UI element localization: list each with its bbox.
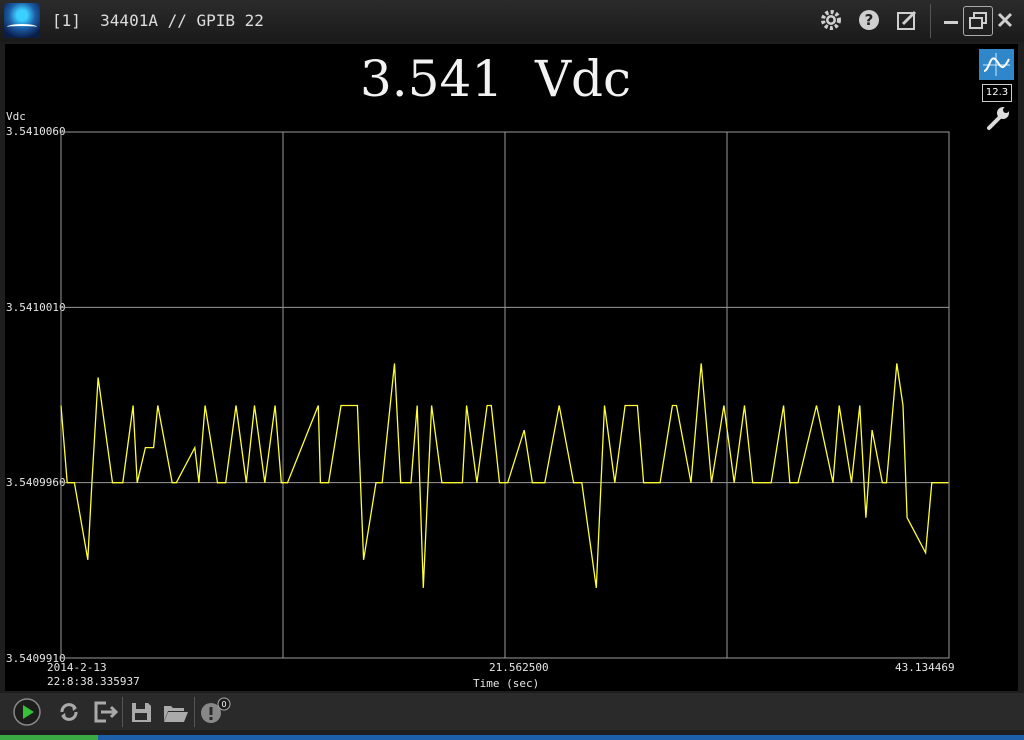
- refresh-icon[interactable]: [54, 697, 84, 727]
- alert-icon[interactable]: 0: [198, 697, 231, 727]
- os-taskbar: [0, 735, 1024, 740]
- alert-badge-count: 0: [221, 700, 226, 709]
- toolbar-separator: [122, 697, 123, 727]
- save-icon[interactable]: [126, 697, 156, 727]
- play-icon[interactable]: [12, 697, 42, 727]
- export-icon[interactable]: [90, 697, 120, 727]
- open-folder-icon[interactable]: [160, 697, 190, 727]
- toolbar-separator: [194, 697, 195, 727]
- bottom-toolbar: 0: [0, 693, 1024, 730]
- trend-chart: [60, 131, 950, 659]
- taskbar-progress: [0, 735, 98, 740]
